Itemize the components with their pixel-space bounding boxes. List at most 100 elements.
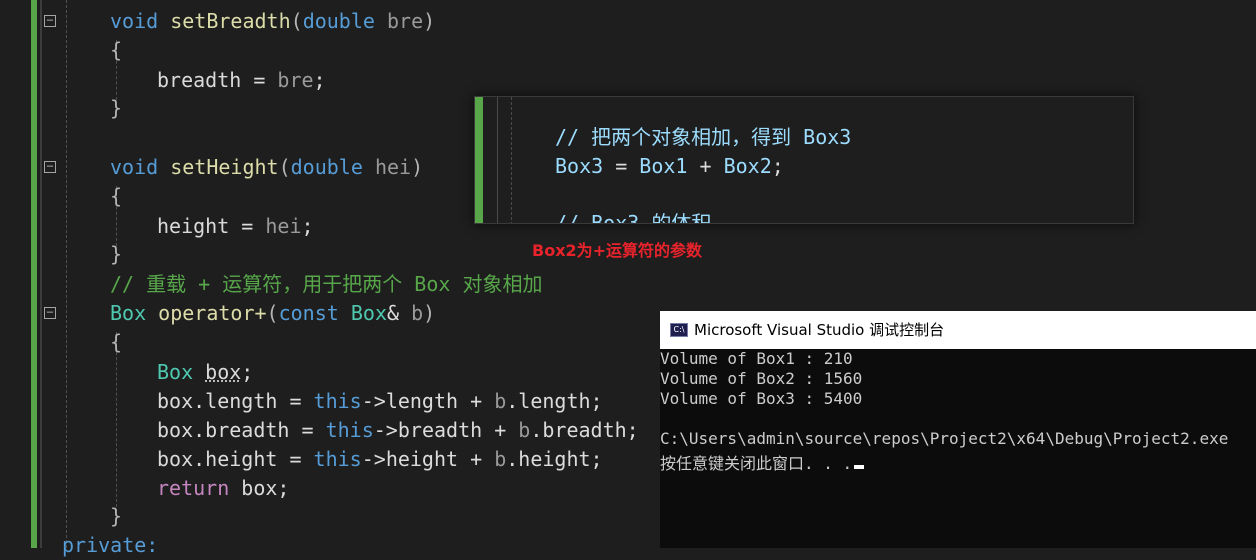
param-name: b: [494, 447, 507, 471]
code-line[interactable]: {: [110, 328, 122, 357]
operator: +: [458, 447, 495, 471]
code-line[interactable]: Box operator+(const Box& b): [110, 299, 435, 328]
code-line[interactable]: void setHeight(double hei): [110, 153, 423, 182]
code-line[interactable]: }: [110, 94, 122, 123]
annotation-label: Box2为+运算符的参数: [532, 241, 703, 260]
param-name: bre: [277, 68, 314, 92]
collapse-icon[interactable]: −: [44, 160, 56, 173]
param-name: b: [411, 301, 424, 325]
function-name: setHeight: [170, 155, 279, 179]
member-name: length: [205, 389, 278, 413]
paren: ): [423, 9, 436, 33]
param-name: hei: [265, 214, 302, 238]
code-line[interactable]: box.height = this->height + b.height;: [157, 445, 603, 474]
console-titlebar[interactable]: C:\ Microsoft Visual Studio 调试控制台: [660, 311, 1256, 349]
operator: .: [193, 418, 206, 442]
code-line[interactable]: {: [110, 182, 122, 211]
operator: .: [193, 389, 206, 413]
variable-name: box: [205, 360, 242, 384]
code-line[interactable]: Box box;: [157, 358, 253, 387]
operator: +: [482, 418, 519, 442]
variable-name: box: [241, 476, 278, 500]
operator: .: [506, 447, 519, 471]
param-type: double: [302, 9, 375, 33]
member-name: length: [518, 389, 591, 413]
member-name: breadth: [157, 68, 242, 92]
collapse-icon[interactable]: −: [44, 306, 56, 319]
member-name: height: [205, 447, 278, 471]
indent-guide: [116, 332, 117, 512]
member-name: breadth: [542, 418, 627, 442]
console-output-line: C:\Users\admin\source\repos\Project2\x64…: [660, 429, 1229, 448]
collapse-icon[interactable]: −: [44, 14, 56, 27]
console-title: Microsoft Visual Studio 调试控制台: [694, 321, 945, 339]
param-name: bre: [386, 9, 424, 33]
operator: =: [277, 389, 314, 413]
operator: ->: [361, 447, 386, 471]
operator: ->: [361, 389, 386, 413]
member-name: height: [518, 447, 591, 471]
member-name: height: [157, 214, 230, 238]
code-line[interactable]: {: [110, 36, 122, 65]
variable-name: box: [157, 389, 194, 413]
keyword: this: [325, 418, 374, 442]
gutter-separator: [40, 0, 42, 548]
code-line[interactable]: private:: [62, 531, 158, 560]
operator-name: operator+: [158, 301, 267, 325]
param-name: b: [494, 389, 507, 413]
code-line[interactable]: box.length = this->length + b.length;: [157, 387, 603, 416]
member-name: length: [385, 389, 459, 413]
variable-name: Box2: [723, 154, 772, 178]
indent-guide: [511, 97, 512, 223]
console-icon: C:\: [670, 323, 688, 337]
semicolon: ;: [590, 389, 603, 413]
semicolon: ;: [313, 68, 326, 92]
member-name: height: [385, 447, 459, 471]
type-name: Box: [110, 301, 147, 325]
keyword: this: [313, 447, 362, 471]
indent-guide: [497, 97, 498, 223]
operator: .: [193, 447, 206, 471]
variable-name: box: [157, 418, 194, 442]
peek-definition-window[interactable]: // 把两个对象相加，得到 Box3 Box3 = Box1 + Box2; /…: [474, 96, 1134, 224]
operator: +: [687, 154, 724, 178]
code-comment[interactable]: // Box3 的体积: [555, 209, 711, 223]
change-indicator-bar: [31, 0, 37, 548]
console-output-line: Volume of Box1 : 210: [660, 349, 853, 368]
type-name: Box: [157, 360, 194, 384]
member-name: breadth: [205, 418, 290, 442]
paren: (: [290, 9, 303, 33]
operator: .: [530, 418, 543, 442]
paren: ): [423, 301, 436, 325]
function-name: setBreadth: [170, 9, 291, 33]
operator: =: [603, 154, 640, 178]
code-line[interactable]: Box3 = Box1 + Box2;: [555, 152, 784, 181]
debug-console-window[interactable]: C:\ Microsoft Visual Studio 调试控制台 Volume…: [660, 311, 1256, 548]
semicolon: ;: [590, 447, 603, 471]
operator: =: [277, 447, 314, 471]
code-line[interactable]: return box;: [157, 474, 289, 503]
variable-name: Box3: [555, 154, 604, 178]
code-comment[interactable]: // 把两个对象相加，得到 Box3: [555, 123, 851, 152]
semicolon: ;: [301, 214, 314, 238]
code-line[interactable]: void setBreadth(double bre): [110, 7, 435, 36]
code-comment[interactable]: // 重载 + 运算符，用于把两个 Box 对象相加: [110, 270, 542, 299]
code-line[interactable]: breadth = bre;: [157, 66, 326, 95]
keyword: return: [157, 476, 230, 500]
code-line[interactable]: }: [110, 240, 122, 269]
change-indicator-bar: [475, 97, 483, 223]
keyword: void: [110, 155, 159, 179]
code-line[interactable]: }: [110, 502, 122, 531]
semicolon: ;: [626, 418, 639, 442]
operator: =: [289, 418, 326, 442]
param-type: double: [290, 155, 363, 179]
code-line[interactable]: height = hei;: [157, 212, 314, 241]
code-line[interactable]: box.breadth = this->breadth + b.breadth;: [157, 416, 639, 445]
param-name: hei: [374, 155, 412, 179]
semicolon: ;: [771, 154, 784, 178]
operator: +: [458, 389, 495, 413]
paren: (: [266, 301, 279, 325]
param-name: b: [518, 418, 531, 442]
operator: ->: [373, 418, 398, 442]
type-name: Box: [350, 301, 387, 325]
